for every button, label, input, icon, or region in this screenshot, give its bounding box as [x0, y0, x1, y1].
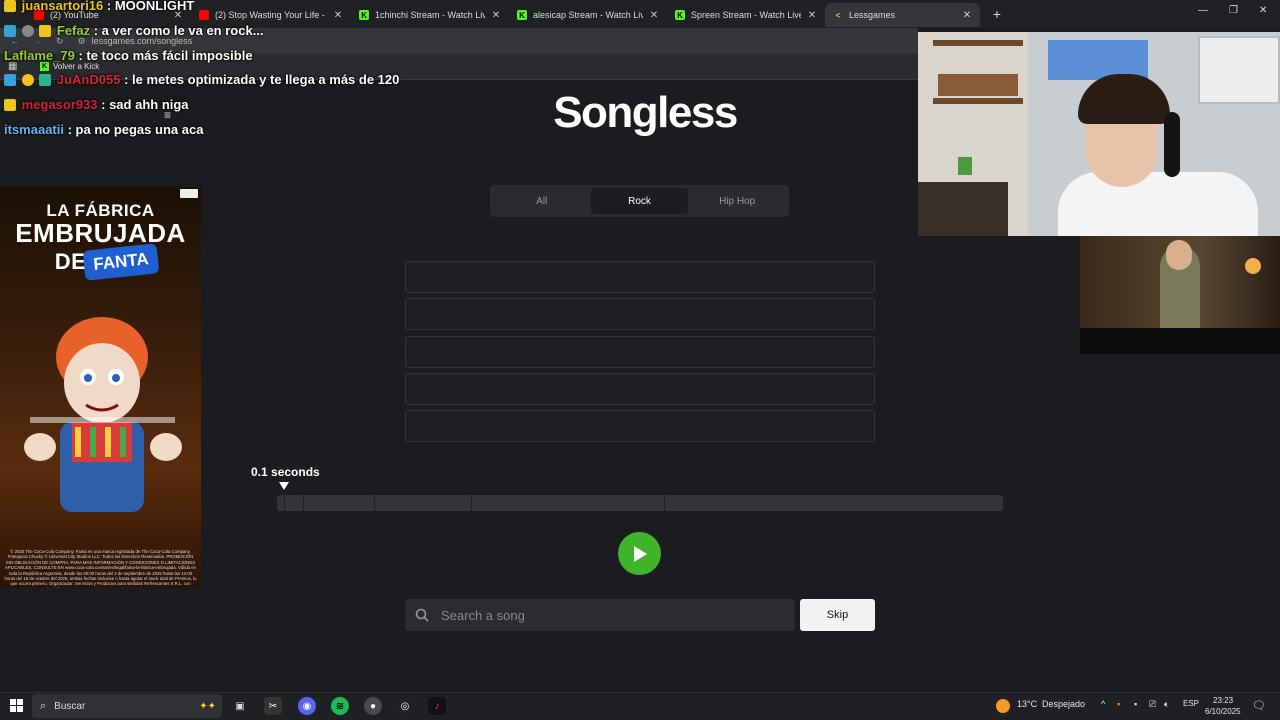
- lessgames-icon: <: [835, 10, 841, 20]
- segment-divider: [284, 495, 285, 511]
- guess-slot: [405, 410, 875, 442]
- segment-divider: [374, 495, 375, 511]
- bookmark-volver-a-kick[interactable]: K Volver a Kick: [40, 62, 99, 71]
- badge-icon: [39, 25, 52, 37]
- genre-tab-hip-hop[interactable]: Hip Hop: [688, 188, 786, 214]
- guess-slot: [405, 373, 875, 405]
- chucky-doll-illustration: [24, 317, 182, 512]
- playhead-marker-icon: [279, 482, 289, 490]
- badge-icon: [21, 25, 34, 37]
- kick-icon: K: [359, 10, 369, 20]
- genre-selector: All Rock Hip Hop: [490, 185, 789, 217]
- close-icon[interactable]: ✕: [807, 10, 817, 21]
- kick-icon: K: [675, 10, 685, 20]
- search-input[interactable]: [441, 607, 761, 623]
- segment-divider: [303, 495, 304, 511]
- skip-button[interactable]: Skip: [800, 599, 875, 631]
- genre-tab-rock[interactable]: Rock: [590, 188, 689, 214]
- segment-divider: [471, 495, 472, 511]
- spotify-icon[interactable]: ≋: [331, 697, 349, 715]
- window-close-icon[interactable]: ✕: [1259, 5, 1267, 16]
- chat-message: juansartori16 : MOONLIGHT: [4, 0, 194, 13]
- tab-alesicap[interactable]: K alesicap Stream - Watch Live o ✕: [509, 3, 667, 27]
- songless-logo[interactable]: Songless: [540, 88, 750, 138]
- ad-choices-icon[interactable]: [180, 189, 198, 198]
- maximize-icon[interactable]: ❐: [1229, 5, 1238, 16]
- genre-tab-all[interactable]: All: [493, 188, 591, 214]
- tab-spreen[interactable]: K Spreen Stream - Watch Live on ✕: [667, 3, 825, 27]
- guess-slot: [405, 261, 875, 293]
- kick-icon: K: [517, 10, 527, 20]
- badge-icon: [39, 74, 52, 86]
- network-icon[interactable]: ⎚: [1149, 699, 1156, 710]
- ad-legal-text: © 2025 The Coca-Cola Company. Fanta es u…: [4, 549, 197, 588]
- chat-message: Laflame_79 : te toco más fácil imposible: [4, 48, 253, 63]
- close-icon[interactable]: ✕: [333, 10, 343, 21]
- subscriber-badge-icon: [4, 0, 16, 12]
- guess-slot: [405, 336, 875, 368]
- close-icon[interactable]: ✕: [649, 10, 659, 21]
- weather-icon: [996, 699, 1010, 713]
- new-tab-button[interactable]: +: [986, 3, 1008, 25]
- play-icon: [633, 545, 647, 562]
- seconds-label: 0.1 seconds: [251, 465, 320, 479]
- close-icon[interactable]: ✕: [962, 10, 972, 21]
- play-button[interactable]: [618, 532, 661, 575]
- audio-progress-bar[interactable]: [277, 495, 1003, 511]
- youtube-icon: [199, 10, 209, 20]
- menu-icon[interactable]: ≡: [164, 108, 171, 122]
- chat-message: JuAnD055 : le metes optimizada y te lleg…: [4, 72, 399, 87]
- notifications-icon[interactable]: 🗨︎: [1252, 699, 1266, 712]
- minimize-icon[interactable]: —: [1198, 5, 1208, 16]
- search-icon: [415, 608, 429, 622]
- fanta-logo: FANTA: [82, 243, 160, 281]
- volume-icon[interactable]: 🔈︎: [1164, 699, 1169, 710]
- obs-icon[interactable]: ◎: [396, 697, 414, 715]
- chat-message: itsmaaatii : pa no pegas una aca: [4, 122, 204, 137]
- tray-app-icon[interactable]: ▪: [1134, 699, 1137, 709]
- song-search-box: [405, 599, 795, 631]
- tiktok-icon[interactable]: ♪: [428, 697, 446, 715]
- video-overlay: [1080, 236, 1280, 354]
- chrome-icon[interactable]: ●: [364, 697, 382, 715]
- sparkle-icon: ✦✦: [199, 700, 216, 712]
- badge-icon: [4, 74, 16, 86]
- task-view-icon[interactable]: ▣: [231, 697, 249, 715]
- chat-message: Fefaz : a ver como le va en rock...: [4, 23, 264, 38]
- chevron-up-icon[interactable]: ^: [1101, 699, 1105, 709]
- subscriber-badge-icon: [4, 99, 16, 111]
- advertisement-banner[interactable]: LA FÁBRICA EMBRUJADA DE FANTA © 2025 The…: [0, 187, 201, 588]
- windows-start-icon[interactable]: [10, 699, 24, 713]
- search-icon: ⌕: [40, 699, 47, 712]
- segment-divider: [664, 495, 665, 511]
- kick-icon: K: [40, 62, 49, 71]
- streamer-webcam: [918, 32, 1280, 236]
- chat-message: megasor933 : sad ahh niga: [4, 97, 189, 112]
- tab-lessgames[interactable]: < Lessgames ✕: [825, 3, 980, 27]
- tab-1chinchi[interactable]: K 1chinchi Stream - Watch Live o ✕: [351, 3, 509, 27]
- guess-slot: [405, 298, 875, 330]
- badge-icon: [21, 74, 34, 86]
- discord-icon[interactable]: ◉: [298, 697, 316, 715]
- capcut-icon[interactable]: ✂: [264, 697, 282, 715]
- tray-app-icon[interactable]: ▪: [1117, 699, 1120, 709]
- close-icon[interactable]: ✕: [491, 10, 501, 21]
- badge-icon: [4, 25, 16, 37]
- taskbar-search[interactable]: ⌕ Buscar ✦✦: [32, 694, 222, 718]
